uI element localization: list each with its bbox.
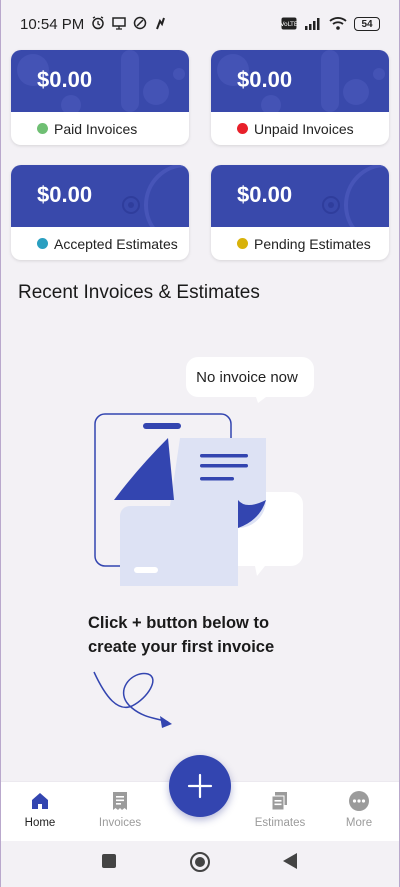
nav-label: Invoices (98, 817, 142, 829)
cta-line-1: Click + button below to (88, 614, 270, 632)
screen-icon (112, 16, 126, 32)
home-system-button[interactable] (189, 851, 211, 878)
card-label: Paid Invoices (54, 120, 138, 137)
status-time: 10:54 PM (20, 15, 85, 33)
system-navigation-bar (0, 841, 400, 887)
cta-line-2: create your first invoice (88, 638, 275, 656)
plus-icon (187, 773, 213, 799)
status-dot (237, 238, 248, 249)
wifi-icon (329, 16, 347, 32)
pending-estimates-card[interactable]: $0.00 Pending Estimates (211, 165, 389, 260)
square-icon (102, 854, 116, 868)
volte-icon: VoLTE (280, 17, 298, 32)
home-icon (32, 793, 48, 809)
nav-estimates[interactable]: Estimates (245, 790, 315, 829)
curly-arrow-icon (93, 671, 172, 728)
circle-icon (190, 852, 210, 872)
card-footer: Accepted Estimates (11, 227, 189, 260)
card-footer: Pending Estimates (211, 227, 389, 260)
card-footer: Unpaid Invoices (211, 112, 389, 145)
card-header: $0.00 (11, 165, 189, 227)
nav-home[interactable]: Home (5, 790, 75, 829)
estimate-icon (271, 792, 287, 811)
svg-text:VoLTE: VoLTE (281, 21, 297, 28)
nav-label: More (345, 817, 373, 829)
card-label: Pending Estimates (254, 235, 371, 252)
accepted-estimates-card[interactable]: $0.00 Accepted Estimates (11, 165, 189, 260)
card-amount: $0.00 (37, 67, 93, 92)
unpaid-invoices-card[interactable]: $0.00 Unpaid Invoices (211, 50, 389, 145)
notification-icon (154, 16, 166, 32)
data-saver-icon (133, 16, 147, 32)
nav-invoices[interactable]: Invoices (85, 790, 155, 829)
card-footer: Paid Invoices (11, 112, 189, 145)
add-invoice-button[interactable] (169, 755, 231, 817)
paid-invoices-card[interactable]: $0.00 Paid Invoices (11, 50, 189, 145)
recent-apps-button[interactable] (101, 853, 117, 874)
status-dot (37, 123, 48, 134)
card-amount: $0.00 (37, 182, 93, 207)
card-label: Unpaid Invoices (254, 120, 354, 137)
nav-more[interactable]: More (324, 790, 394, 829)
empty-state-message: Click + button below to create your firs… (88, 611, 318, 659)
back-button[interactable] (282, 852, 298, 875)
back-triangle-icon (283, 853, 297, 869)
status-bar: 10:54 PM VoLTE 54 (0, 0, 400, 48)
nav-label: Home (24, 817, 56, 829)
status-dot (237, 123, 248, 134)
battery-icon: 54 (354, 17, 380, 31)
signal-icon (304, 17, 322, 32)
card-amount: $0.00 (237, 182, 293, 207)
alarm-icon (91, 16, 105, 32)
card-header: $0.00 (211, 165, 389, 227)
nav-label: Estimates (254, 817, 306, 829)
card-amount: $0.00 (237, 67, 293, 92)
card-header: $0.00 (11, 50, 189, 112)
no-invoice-bubble: No invoice now (196, 368, 298, 386)
status-dot (37, 238, 48, 249)
receipt-icon (113, 792, 127, 810)
card-header: $0.00 (211, 50, 389, 112)
card-label: Accepted Estimates (54, 235, 178, 252)
more-icon (349, 791, 369, 811)
recent-section-title: Recent Invoices & Estimates (18, 282, 260, 303)
battery-level: 54 (361, 18, 373, 30)
